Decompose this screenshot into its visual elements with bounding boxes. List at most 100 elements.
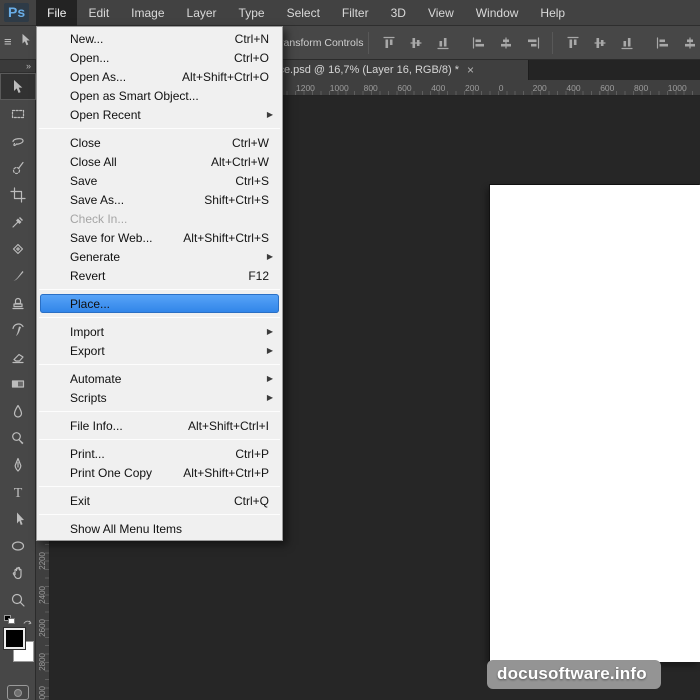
menubar-item-layer[interactable]: Layer	[176, 0, 228, 26]
ruler-tick-label: 800	[634, 83, 648, 93]
tool-preset-picker-icon[interactable]: ≡	[4, 34, 12, 49]
document-tab[interactable]: ice.psd @ 16,7% (Layer 16, RGB/8) * ×	[268, 60, 529, 80]
crop-tool[interactable]	[0, 181, 36, 208]
rectangular-marquee-tool[interactable]	[0, 100, 36, 127]
menubar-item-3d[interactable]: 3D	[380, 0, 417, 26]
ruler-tick-label: 2800	[38, 653, 47, 671]
menu-item-open[interactable]: Open...Ctrl+O	[40, 48, 279, 67]
blur-tool[interactable]	[0, 397, 36, 424]
menubar-item-window[interactable]: Window	[465, 0, 530, 26]
align-vertical-centers-button[interactable]	[402, 31, 429, 55]
history-brush-tool[interactable]	[0, 316, 36, 343]
spot-healing-brush-tool[interactable]	[0, 235, 36, 262]
document-tab-title: ice.psd @ 16,7% (Layer 16, RGB/8) *	[276, 64, 459, 76]
menu-item-automate[interactable]: Automate▶	[40, 369, 279, 388]
photoshop-window: Ps FileEditImageLayerTypeSelectFilter3DV…	[0, 0, 700, 700]
menu-item-revert[interactable]: RevertF12	[40, 266, 279, 285]
menubar-item-type[interactable]: Type	[228, 0, 276, 26]
align-top-edges-button[interactable]	[375, 31, 402, 55]
menu-item-close[interactable]: CloseCtrl+W	[40, 133, 279, 152]
menu-separator	[39, 411, 280, 412]
menubar-item-filter[interactable]: Filter	[331, 0, 380, 26]
align-right-edges-button[interactable]	[519, 31, 546, 55]
ruler-tick-label: 2600	[38, 619, 47, 637]
tab-close-icon[interactable]: ×	[467, 64, 474, 76]
align-horizontal-centers-button[interactable]	[492, 31, 519, 55]
collapse-panel-icon[interactable]: »	[0, 60, 35, 73]
color-swatch-area	[0, 615, 36, 677]
menu-item-export[interactable]: Export▶	[40, 341, 279, 360]
menu-item-generate[interactable]: Generate▶	[40, 247, 279, 266]
eyedropper-tool[interactable]	[0, 208, 36, 235]
ruler-tick-label: 600	[397, 83, 411, 93]
pen-tool[interactable]	[0, 451, 36, 478]
lasso-tool[interactable]	[0, 127, 36, 154]
watermark-badge: docusoftware.info	[487, 660, 661, 689]
menu-separator	[39, 439, 280, 440]
dodge-tool[interactable]	[0, 424, 36, 451]
menu-item-save-for-web[interactable]: Save for Web...Alt+Shift+Ctrl+S	[40, 228, 279, 247]
align-bottom-edges-button[interactable]	[429, 31, 456, 55]
eraser-tool[interactable]	[0, 343, 36, 370]
menubar-item-view[interactable]: View	[417, 0, 465, 26]
menu-item-open-recent[interactable]: Open Recent▶	[40, 105, 279, 124]
zoom-tool[interactable]	[0, 586, 36, 613]
submenu-arrow-icon: ▶	[267, 393, 273, 402]
ruler-tick-label: 600	[600, 83, 614, 93]
submenu-arrow-icon: ▶	[267, 346, 273, 355]
menu-item-scripts[interactable]: Scripts▶	[40, 388, 279, 407]
gradient-tool[interactable]	[0, 370, 36, 397]
menu-item-import[interactable]: Import▶	[40, 322, 279, 341]
ruler-tick-label: 400	[431, 83, 445, 93]
distribute-top-edges-button[interactable]	[559, 31, 586, 55]
options-bar-divider	[368, 32, 369, 54]
menu-item-open-as-smart-object[interactable]: Open as Smart Object...	[40, 86, 279, 105]
menu-item-file-info[interactable]: File Info...Alt+Shift+Ctrl+I	[40, 416, 279, 435]
type-tool[interactable]: T	[0, 478, 36, 505]
ruler-tick-label: 200	[465, 83, 479, 93]
menubar-item-edit[interactable]: Edit	[77, 0, 120, 26]
default-colors-icon[interactable]	[4, 615, 15, 625]
ruler-tick-label: 1000	[668, 83, 687, 93]
menu-item-print-one-copy[interactable]: Print One CopyAlt+Shift+Ctrl+P	[40, 463, 279, 482]
quick-selection-tool[interactable]	[0, 154, 36, 181]
hand-tool[interactable]	[0, 559, 36, 586]
brush-tool[interactable]	[0, 262, 36, 289]
path-selection-tool[interactable]	[0, 505, 36, 532]
menubar-item-help[interactable]: Help	[529, 0, 576, 26]
document-canvas[interactable]	[490, 185, 700, 662]
move-tool[interactable]	[0, 73, 36, 100]
options-bar-divider	[552, 32, 553, 54]
menu-item-save[interactable]: SaveCtrl+S	[40, 171, 279, 190]
svg-text:T: T	[14, 486, 23, 500]
menu-item-new[interactable]: New...Ctrl+N	[40, 29, 279, 48]
menubar-item-file[interactable]: File	[36, 0, 77, 26]
ruler-tick-label: 0	[499, 83, 504, 93]
distribute-horizontal-centers-button[interactable]	[676, 31, 700, 55]
align-buttons	[362, 26, 700, 60]
menu-item-place[interactable]: Place...	[40, 294, 279, 313]
ellipse-tool[interactable]	[0, 532, 36, 559]
menu-item-save-as[interactable]: Save As...Shift+Ctrl+S	[40, 190, 279, 209]
menubar-item-image[interactable]: Image	[120, 0, 175, 26]
tool-buttons: T	[0, 73, 35, 613]
menu-item-print[interactable]: Print...Ctrl+P	[40, 444, 279, 463]
clone-stamp-tool[interactable]	[0, 289, 36, 316]
quick-mask-mode-button[interactable]	[7, 685, 29, 700]
menu-item-close-all[interactable]: Close AllAlt+Ctrl+W	[40, 152, 279, 171]
menu-separator	[39, 289, 280, 290]
distribute-vertical-centers-button[interactable]	[586, 31, 613, 55]
ruler-tick-label: 400	[566, 83, 580, 93]
menubar-item-select[interactable]: Select	[276, 0, 331, 26]
ruler-tick-label: 200	[533, 83, 547, 93]
menu-item-show-all-menu-items[interactable]: Show All Menu Items	[40, 519, 279, 538]
foreground-color-swatch[interactable]	[4, 628, 25, 649]
menu-item-exit[interactable]: ExitCtrl+Q	[40, 491, 279, 510]
align-left-edges-button[interactable]	[465, 31, 492, 55]
distribute-bottom-edges-button[interactable]	[613, 31, 640, 55]
menu-item-check-in[interactable]: Check In...	[40, 209, 279, 228]
photoshop-logo-icon: Ps	[4, 3, 29, 22]
menu-item-open-as[interactable]: Open As...Alt+Shift+Ctrl+O	[40, 67, 279, 86]
distribute-left-edges-button[interactable]	[649, 31, 676, 55]
menu-separator	[39, 128, 280, 129]
